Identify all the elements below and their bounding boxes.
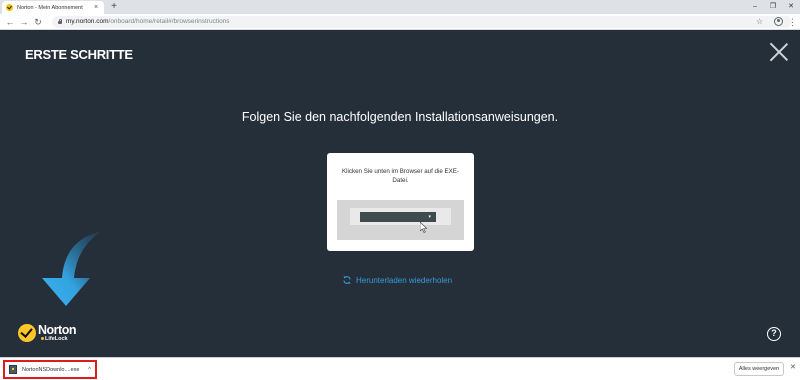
retry-download-link[interactable]: Herunterladen wiederholen (342, 275, 452, 285)
norton-checkmark-icon (18, 324, 36, 342)
download-shelf: NortonNSDownlo....exe ^ Alles weergeven … (0, 357, 800, 380)
instructions-title: Folgen Sie den nachfolgenden Installatio… (241, 110, 559, 124)
demo-download-bar: ▾ (350, 208, 451, 233)
norton-onboarding-page: ERSTE SCHRITTE Folgen Sie den nachfolgen… (0, 30, 800, 357)
chevron-up-icon[interactable]: ^ (88, 367, 91, 373)
demo-dropdown-arrow-icon: ▾ (428, 214, 431, 220)
bookmark-star-icon[interactable]: ☆ (756, 16, 763, 28)
downloaded-file-name: NortonNSDownlo....exe (22, 366, 80, 373)
restore-button[interactable]: ❐ (764, 0, 782, 14)
logo-subtitle: LifeLock (41, 336, 68, 342)
browser-menu-icon[interactable]: ⋮ (788, 16, 797, 28)
card-instruction-text: Klicken Sie unten im Browser auf die EXE… (342, 168, 459, 184)
address-bar[interactable]: my.norton.com/onboard/home/retail#/brows… (52, 16, 792, 28)
window-close-button[interactable]: ✕ (782, 0, 800, 14)
installer-file-icon (9, 365, 17, 374)
help-icon[interactable]: ? (767, 327, 781, 341)
show-all-downloads-button[interactable]: Alles weergeven (734, 362, 784, 376)
logo-subtitle-text: LifeLock (45, 336, 68, 342)
url-text: my.norton.com/onboard/home/retail#/brows… (66, 17, 230, 27)
new-tab-button[interactable]: + (108, 1, 120, 13)
norton-favicon-icon (6, 4, 13, 11)
page-header: ERSTE SCHRITTE (25, 47, 133, 62)
refresh-icon (343, 276, 351, 284)
url-path: /onboard/home/retail#/browserinstruction… (108, 18, 230, 25)
logo-name: Norton (38, 323, 76, 337)
profile-avatar-icon[interactable] (774, 17, 783, 26)
close-icon[interactable] (769, 42, 789, 62)
mouse-cursor-icon (420, 222, 428, 233)
back-button[interactable]: ← (4, 16, 16, 28)
forward-button[interactable]: → (18, 16, 30, 28)
retry-download-label: Herunterladen wiederholen (356, 275, 453, 285)
lock-icon (58, 19, 62, 24)
browser-toolbar: ← → ↻ my.norton.com/onboard/home/retail#… (0, 14, 800, 30)
minimize-button[interactable]: – (746, 0, 764, 14)
norton-lifelock-logo: Norton LifeLock (18, 322, 88, 346)
download-demo-illustration: ▾ (337, 200, 464, 240)
shelf-close-icon[interactable]: ✕ (790, 363, 796, 371)
url-host: my.norton.com (66, 18, 109, 25)
downloaded-file-item[interactable]: NortonNSDownlo....exe ^ (3, 360, 97, 379)
reload-button[interactable]: ↻ (32, 16, 44, 28)
instruction-card: Klicken Sie unten im Browser auf die EXE… (327, 153, 474, 251)
tab-strip: Norton - Mein Abonnement × + – ❐ ✕ (0, 0, 800, 14)
tab-close-button[interactable]: × (92, 4, 100, 11)
tab-title: Norton - Mein Abonnement (17, 4, 83, 11)
logo-dot-icon (41, 337, 44, 341)
demo-download-button: ▾ (360, 212, 436, 222)
down-arrow-icon (42, 232, 100, 306)
tab-norton[interactable]: Norton - Mein Abonnement × (2, 1, 104, 14)
